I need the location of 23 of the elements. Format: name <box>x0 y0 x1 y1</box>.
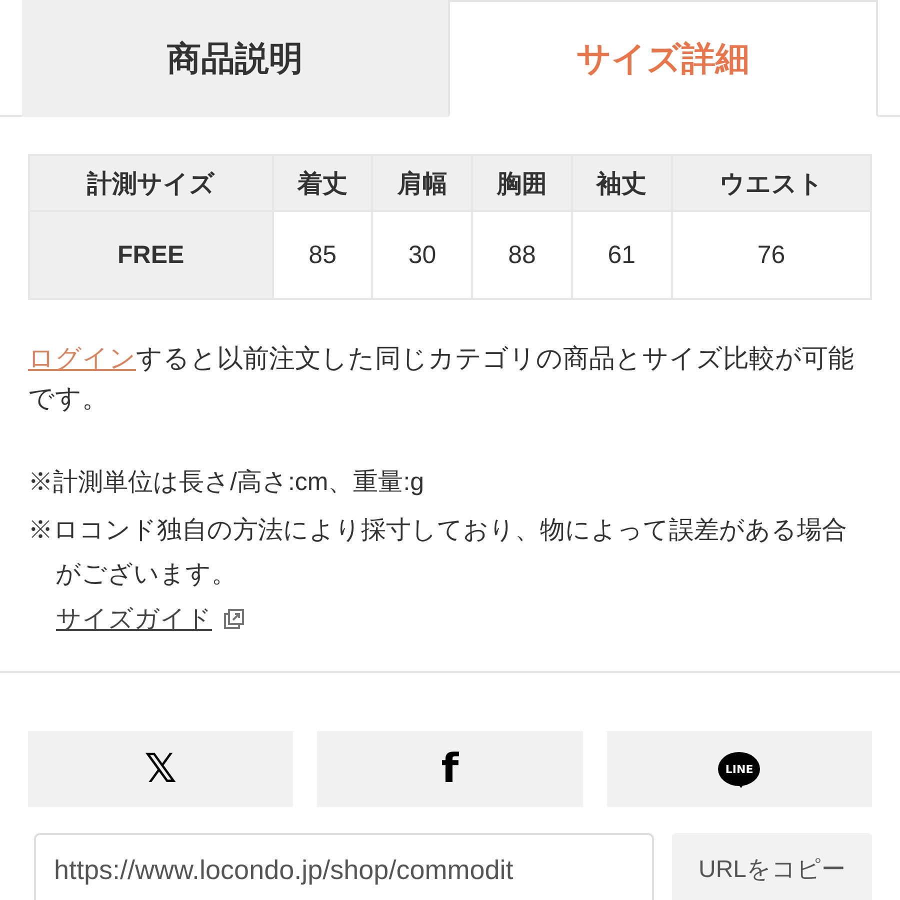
table-cell: FREE <box>29 211 273 299</box>
column-header: 肩幅 <box>372 155 472 211</box>
facebook-share-button[interactable]: f <box>317 731 583 807</box>
login-note: ログインすると以前注文した同じカテゴリの商品とサイズ比較が可能です。 <box>28 342 855 415</box>
table-cell: 30 <box>372 211 472 299</box>
size-guide-link[interactable]: サイズガイド <box>56 602 212 635</box>
table-cell: 88 <box>472 211 572 299</box>
note-text: ※ロコンド独自の方法により採寸しており、物によって誤差がある場合がございます。 <box>28 515 848 590</box>
external-link-icon <box>222 606 246 630</box>
table-cell: 85 <box>272 211 372 299</box>
copy-url-button[interactable]: URLをコピー <box>672 833 872 900</box>
column-header: 計測サイズ <box>29 155 273 211</box>
url-field[interactable]: https://www.locondo.jp/shop/commodit <box>34 833 654 900</box>
note-text: ※計測単位は長さ/高さ:cm、重量:g <box>28 467 426 498</box>
tab[interactable]: 商品説明 <box>22 0 448 117</box>
x-share-button[interactable]: 𝕏 <box>28 731 294 807</box>
column-header: ウエスト <box>672 155 871 211</box>
table-cell: 76 <box>672 211 871 299</box>
column-header: 袖丈 <box>572 155 672 211</box>
column-header: 着丈 <box>272 155 372 211</box>
column-header: 胸囲 <box>472 155 572 211</box>
line-share-button[interactable]: LINE <box>606 731 872 807</box>
table-cell: 61 <box>572 211 672 299</box>
